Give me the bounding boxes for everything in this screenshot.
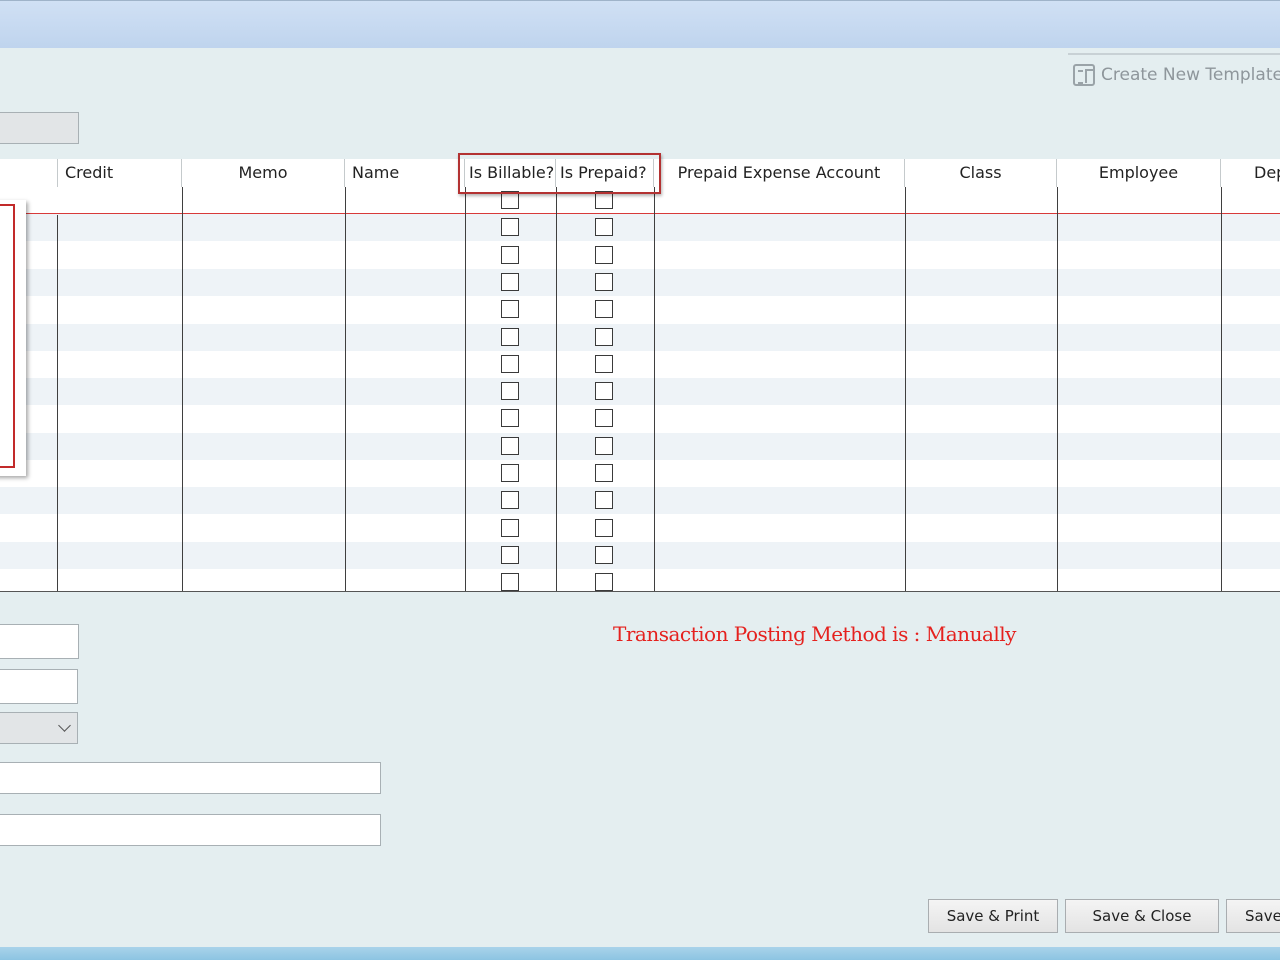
is-billable-checkbox[interactable] <box>501 491 519 510</box>
save-close-button[interactable]: Save & Close <box>1065 899 1219 933</box>
save-button[interactable]: Save <box>1226 899 1280 933</box>
posting-method-status: Transaction Posting Method is : Manually <box>613 622 1016 646</box>
table-row[interactable] <box>0 323 1280 351</box>
is-prepaid-checkbox[interactable] <box>595 573 613 592</box>
table-row[interactable] <box>0 515 1280 542</box>
is-prepaid-checkbox[interactable] <box>595 354 613 373</box>
table-row[interactable] <box>0 351 1280 378</box>
is-billable-checkbox[interactable] <box>501 518 519 537</box>
save-print-button[interactable]: Save & Print <box>928 899 1058 933</box>
table-row[interactable] <box>0 214 1280 242</box>
is-prepaid-checkbox[interactable] <box>595 518 613 537</box>
billable-prepaid-highlight <box>458 153 661 194</box>
is-prepaid-checkbox[interactable] <box>595 245 613 264</box>
create-new-template-label: Create New Template <box>1101 65 1280 85</box>
total-field-2[interactable] <box>0 669 78 704</box>
column-divider <box>1221 187 1222 591</box>
is-prepaid-checkbox[interactable] <box>595 491 613 510</box>
popup-highlight <box>0 204 15 468</box>
column-divider <box>556 187 557 591</box>
is-billable-checkbox[interactable] <box>501 409 519 428</box>
column-divider <box>905 187 906 591</box>
column-divider <box>182 187 183 591</box>
table-row[interactable] <box>0 569 1280 592</box>
is-billable-checkbox[interactable] <box>501 545 519 564</box>
template-divider <box>1068 53 1280 55</box>
table-row[interactable] <box>0 405 1280 432</box>
column-divider <box>57 215 58 591</box>
is-billable-checkbox[interactable] <box>501 327 519 346</box>
account-dropdown-popup[interactable] <box>0 200 26 476</box>
column-header-account[interactable] <box>0 159 58 187</box>
template-icon <box>1073 64 1095 86</box>
is-prepaid-checkbox[interactable] <box>595 409 613 428</box>
is-billable-checkbox[interactable] <box>501 245 519 264</box>
column-header-credit[interactable]: Credit <box>58 159 182 187</box>
column-header-class[interactable]: Class <box>905 159 1057 187</box>
is-prepaid-checkbox[interactable] <box>595 436 613 455</box>
is-billable-checkbox[interactable] <box>501 464 519 482</box>
is-billable-checkbox[interactable] <box>501 300 519 319</box>
column-header-memo[interactable]: Memo <box>182 159 345 187</box>
table-row[interactable] <box>0 432 1280 460</box>
is-billable-checkbox[interactable] <box>501 573 519 592</box>
is-prepaid-checkbox[interactable] <box>595 464 613 482</box>
total-field-1[interactable] <box>0 624 79 659</box>
column-header-prepaid-expense-account[interactable]: Prepaid Expense Account <box>654 159 905 187</box>
column-header-name[interactable]: Name <box>345 159 465 187</box>
column-divider <box>465 187 466 591</box>
is-prepaid-checkbox[interactable] <box>595 382 613 401</box>
table-row[interactable] <box>0 242 1280 269</box>
is-billable-checkbox[interactable] <box>501 382 519 401</box>
grid-bottom-border <box>0 591 1280 592</box>
is-billable-checkbox[interactable] <box>501 272 519 291</box>
column-divider <box>1057 187 1058 591</box>
is-billable-checkbox[interactable] <box>501 354 519 373</box>
table-row[interactable] <box>0 296 1280 323</box>
memo-field[interactable] <box>0 762 381 794</box>
column-divider <box>654 187 655 591</box>
is-prepaid-checkbox[interactable] <box>595 272 613 291</box>
window-bottom-border <box>0 947 1280 960</box>
window-title-bar <box>0 0 1280 48</box>
table-row[interactable] <box>0 378 1280 406</box>
reference-field[interactable] <box>0 112 79 144</box>
journal-entry-grid[interactable]: Credit Memo Name Is Billable? Is Prepaid… <box>0 159 1280 592</box>
posting-select[interactable] <box>0 712 78 744</box>
table-row[interactable] <box>0 487 1280 515</box>
create-new-template-link[interactable]: Create New Template <box>1073 62 1280 88</box>
is-billable-checkbox[interactable] <box>501 436 519 455</box>
is-prepaid-checkbox[interactable] <box>595 218 613 237</box>
notes-field[interactable] <box>0 814 381 846</box>
chevron-down-icon <box>58 719 71 732</box>
table-row[interactable] <box>0 268 1280 296</box>
column-header-employee[interactable]: Employee <box>1057 159 1221 187</box>
is-prepaid-checkbox[interactable] <box>595 545 613 564</box>
table-row[interactable] <box>0 460 1280 487</box>
column-header-department[interactable]: Dep <box>1221 159 1280 187</box>
table-row[interactable] <box>0 541 1280 569</box>
is-prepaid-checkbox[interactable] <box>595 327 613 346</box>
is-prepaid-checkbox[interactable] <box>595 300 613 319</box>
is-billable-checkbox[interactable] <box>501 218 519 237</box>
column-divider <box>345 187 346 591</box>
